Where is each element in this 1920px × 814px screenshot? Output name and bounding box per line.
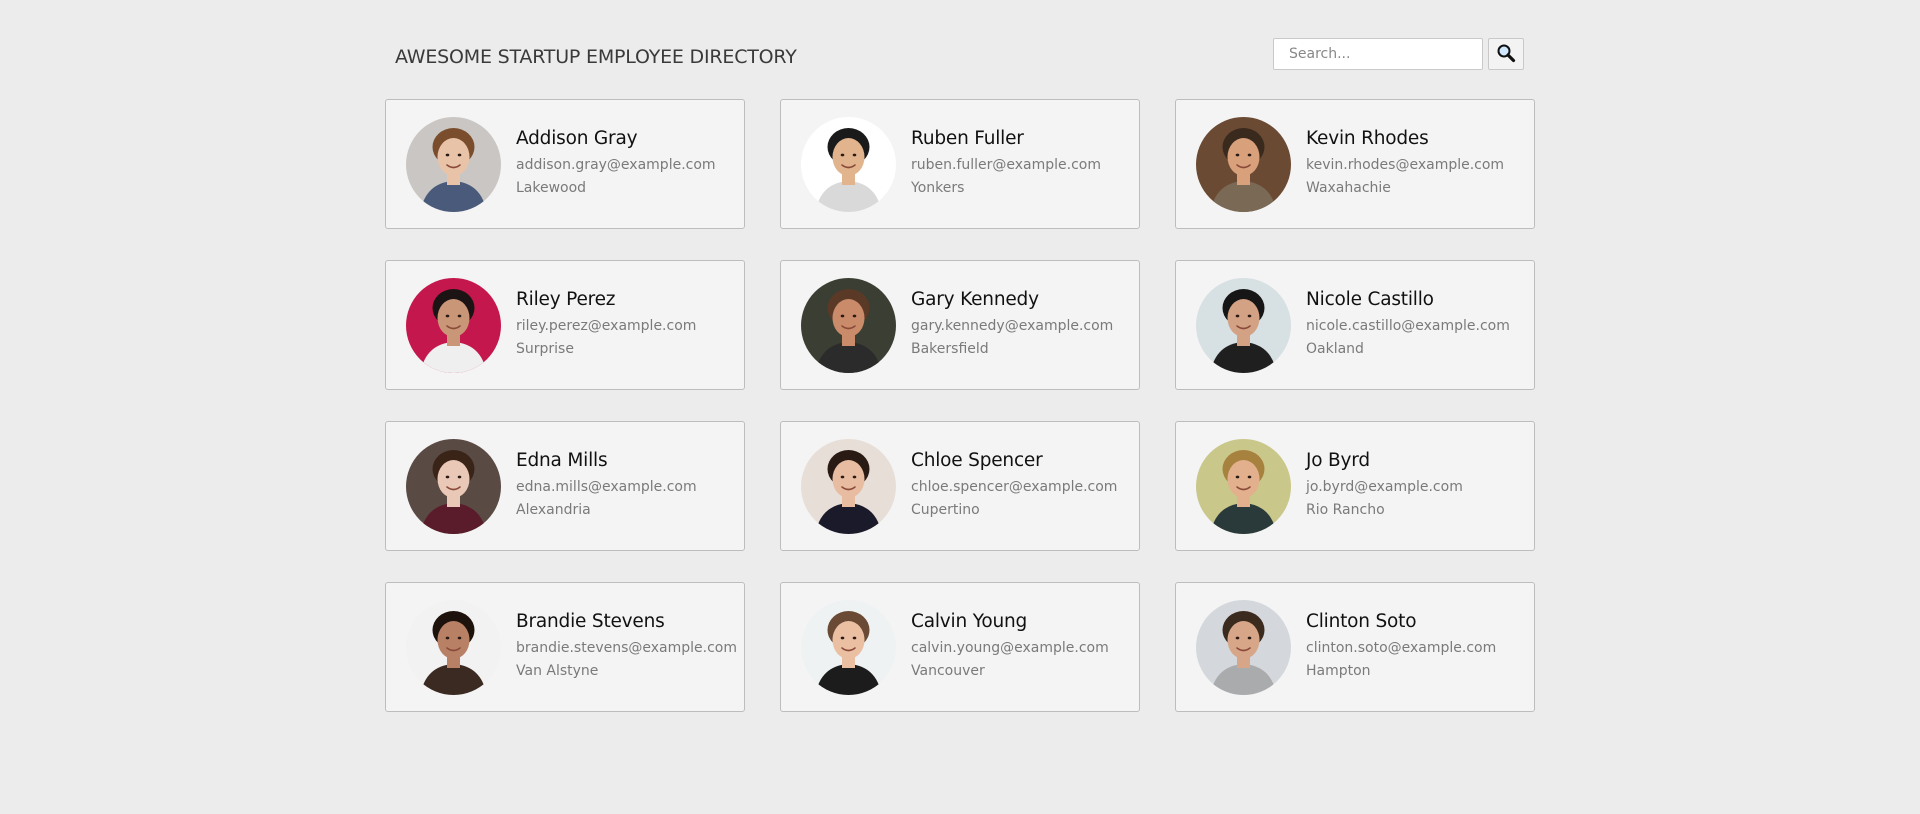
employee-city: Alexandria	[516, 502, 591, 518]
employee-city: Yonkers	[911, 180, 965, 196]
avatar	[1196, 599, 1291, 695]
employee-name: Ruben Fuller	[911, 128, 1024, 149]
avatar	[406, 277, 501, 373]
employee-city: Surprise	[516, 341, 574, 357]
employee-email: brandie.stevens@example.com	[516, 640, 738, 656]
employee-city: Oakland	[1306, 341, 1364, 357]
employee-email: ruben.fuller@example.com	[911, 157, 1102, 173]
employee-city: Cupertino	[911, 502, 980, 518]
employee-name: Kevin Rhodes	[1306, 128, 1429, 149]
employee-info: Kevin Rhodes kevin.rhodes@example.com Wa…	[1306, 128, 1504, 200]
avatar	[1196, 116, 1291, 212]
employee-email: kevin.rhodes@example.com	[1306, 157, 1505, 173]
employee-email: clinton.soto@example.com	[1306, 640, 1497, 656]
employee-card[interactable]: Calvin Young calvin.young@example.com Va…	[780, 582, 1140, 712]
employee-email: riley.perez@example.com	[516, 318, 697, 334]
employee-card[interactable]: Clinton Soto clinton.soto@example.com Ha…	[1175, 582, 1535, 712]
avatar	[406, 116, 501, 212]
employee-name: Gary Kennedy	[911, 289, 1039, 310]
employee-name: Riley Perez	[516, 289, 616, 310]
employee-city: Hampton	[1306, 663, 1371, 679]
avatar	[801, 438, 896, 534]
avatar	[406, 438, 501, 534]
employee-card[interactable]: Chloe Spencer chloe.spencer@example.com …	[780, 421, 1140, 551]
employee-card[interactable]: Riley Perez riley.perez@example.com Surp…	[385, 260, 745, 390]
employee-card[interactable]: Addison Gray addison.gray@example.com La…	[385, 99, 745, 229]
employee-info: Gary Kennedy gary.kennedy@example.com Ba…	[911, 289, 1113, 361]
employee-email: addison.gray@example.com	[516, 157, 716, 173]
employee-city: Van Alstyne	[516, 663, 599, 679]
employee-card[interactable]: Kevin Rhodes kevin.rhodes@example.com Wa…	[1175, 99, 1535, 229]
employee-name: Chloe Spencer	[911, 450, 1043, 471]
employee-info: Chloe Spencer chloe.spencer@example.com …	[911, 450, 1117, 522]
employee-info: Ruben Fuller ruben.fuller@example.com Yo…	[911, 128, 1101, 200]
employee-card[interactable]: Nicole Castillo nicole.castillo@example.…	[1175, 260, 1535, 390]
search-icon	[1496, 43, 1516, 66]
employee-card[interactable]: Gary Kennedy gary.kennedy@example.com Ba…	[780, 260, 1140, 390]
employee-gallery: Addison Gray addison.gray@example.com La…	[385, 99, 1535, 712]
employee-info: Nicole Castillo nicole.castillo@example.…	[1306, 289, 1510, 361]
avatar	[406, 599, 501, 695]
avatar	[801, 277, 896, 373]
employee-email: chloe.spencer@example.com	[911, 479, 1118, 495]
employee-info: Brandie Stevens brandie.stevens@example.…	[516, 611, 737, 683]
avatar	[1196, 438, 1291, 534]
employee-name: Jo Byrd	[1306, 450, 1370, 471]
page-title: AWESOME STARTUP EMPLOYEE DIRECTORY	[395, 46, 797, 68]
search-button[interactable]	[1488, 38, 1524, 70]
employee-city: Vancouver	[911, 663, 985, 679]
employee-city: Bakersfield	[911, 341, 989, 357]
employee-card[interactable]: Edna Mills edna.mills@example.com Alexan…	[385, 421, 745, 551]
employee-email: gary.kennedy@example.com	[911, 318, 1114, 334]
employee-info: Clinton Soto clinton.soto@example.com Ha…	[1306, 611, 1496, 683]
avatar	[801, 599, 896, 695]
search-form	[1273, 38, 1524, 70]
avatar	[801, 116, 896, 212]
employee-card[interactable]: Jo Byrd jo.byrd@example.com Rio Rancho	[1175, 421, 1535, 551]
employee-info: Riley Perez riley.perez@example.com Surp…	[516, 289, 696, 361]
avatar	[1196, 277, 1291, 373]
employee-card[interactable]: Ruben Fuller ruben.fuller@example.com Yo…	[780, 99, 1140, 229]
employee-name: Calvin Young	[911, 611, 1028, 632]
employee-name: Clinton Soto	[1306, 611, 1417, 632]
employee-email: nicole.castillo@example.com	[1306, 318, 1510, 334]
employee-card[interactable]: Brandie Stevens brandie.stevens@example.…	[385, 582, 745, 712]
employee-info: Edna Mills edna.mills@example.com Alexan…	[516, 450, 697, 522]
employee-email: edna.mills@example.com	[516, 479, 697, 495]
employee-city: Rio Rancho	[1306, 502, 1385, 518]
employee-info: Calvin Young calvin.young@example.com Va…	[911, 611, 1109, 683]
employee-email: jo.byrd@example.com	[1306, 479, 1463, 495]
employee-info: Addison Gray addison.gray@example.com La…	[516, 128, 716, 200]
employee-email: calvin.young@example.com	[911, 640, 1109, 656]
search-input[interactable]	[1273, 38, 1483, 70]
employee-name: Addison Gray	[516, 128, 638, 149]
employee-city: Lakewood	[516, 180, 587, 196]
employee-city: Waxahachie	[1306, 180, 1391, 196]
employee-info: Jo Byrd jo.byrd@example.com Rio Rancho	[1306, 450, 1463, 522]
employee-name: Brandie Stevens	[516, 611, 665, 632]
employee-name: Nicole Castillo	[1306, 289, 1434, 310]
employee-name: Edna Mills	[516, 450, 608, 471]
